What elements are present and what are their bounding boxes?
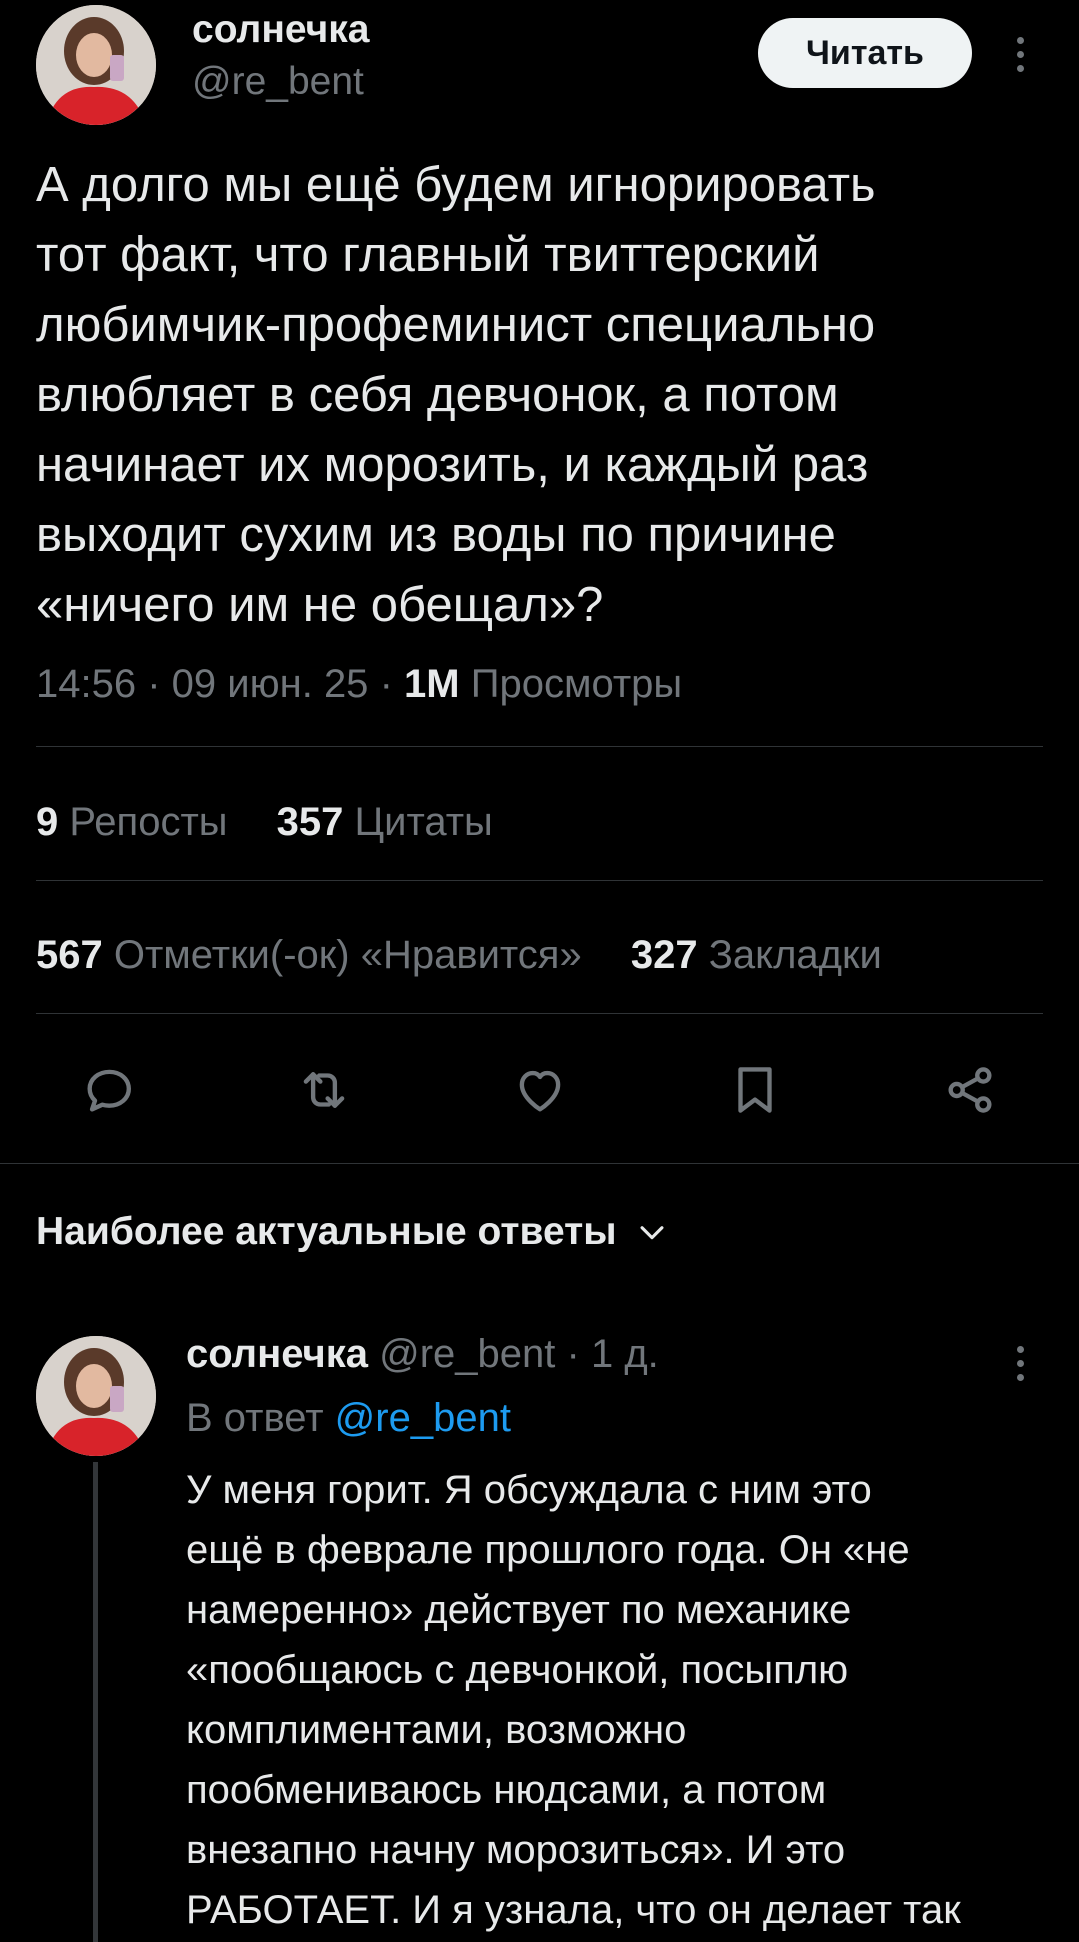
bookmarks-stat[interactable]: 327 Закладки bbox=[631, 933, 882, 977]
thread-line bbox=[93, 1462, 98, 1942]
reply-to-mention[interactable]: @re_bent bbox=[335, 1396, 511, 1440]
tweet-meta: 14:56 · 09 июн. 25 · 1М Просмотры bbox=[36, 662, 682, 707]
reply-author-avatar[interactable] bbox=[36, 1336, 156, 1456]
reply-author-handle[interactable]: @re_bent bbox=[379, 1332, 555, 1376]
reply-icon[interactable] bbox=[69, 1050, 149, 1130]
meta-separator: · bbox=[379, 662, 404, 706]
chevron-down-icon bbox=[640, 1226, 664, 1240]
quotes-count: 357 bbox=[276, 800, 344, 844]
author-handle[interactable]: @re_bent bbox=[192, 60, 364, 104]
bookmark-icon[interactable] bbox=[715, 1050, 795, 1130]
meta-separator: · bbox=[566, 1332, 591, 1376]
divider bbox=[36, 880, 1043, 881]
more-options-icon[interactable] bbox=[1000, 26, 1040, 82]
reposts-label: Репосты bbox=[69, 800, 228, 844]
reply-to-label: В ответ bbox=[186, 1396, 324, 1440]
tweet-date[interactable]: 09 июн. 25 bbox=[172, 662, 369, 706]
tweet-text: А долго мы ещё будем игнорировать тот фа… bbox=[36, 158, 876, 632]
avatar-photo bbox=[36, 5, 156, 125]
bookmarks-label: Закладки bbox=[708, 933, 882, 977]
likes-count: 567 bbox=[36, 933, 103, 977]
reply-text: У меня горит. Я обсуждала с ним это ещё … bbox=[186, 1468, 961, 1932]
replies-sort-dropdown[interactable]: Наиболее актуальные ответы bbox=[36, 1210, 669, 1254]
bookmarks-count: 327 bbox=[630, 933, 698, 977]
replies-sort-label: Наиболее актуальные ответы bbox=[36, 1210, 617, 1253]
reply-header: солнечка @re_bent · 1 д. bbox=[186, 1332, 659, 1377]
tweet-time[interactable]: 14:56 bbox=[36, 662, 136, 706]
action-bar bbox=[0, 1050, 1079, 1130]
share-icon[interactable] bbox=[930, 1050, 1010, 1130]
reposts-count: 9 bbox=[36, 800, 59, 844]
author-avatar[interactable] bbox=[36, 5, 156, 125]
stats-row-likes: 567 Отметки(-ок) «Нравится» 327 Закладки bbox=[36, 933, 920, 978]
reposts-stat[interactable]: 9 Репосты bbox=[36, 800, 239, 844]
quotes-label: Цитаты bbox=[354, 800, 493, 844]
reply-time[interactable]: 1 д. bbox=[591, 1332, 659, 1376]
reply-to-line: В ответ @re_bent bbox=[186, 1396, 511, 1441]
section-divider bbox=[0, 1163, 1079, 1164]
like-icon[interactable] bbox=[500, 1050, 580, 1130]
likes-stat[interactable]: 567 Отметки(-ок) «Нравится» bbox=[36, 933, 593, 977]
reply-author-name[interactable]: солнечка bbox=[186, 1332, 368, 1376]
follow-button[interactable]: Читать bbox=[758, 18, 972, 88]
avatar-photo bbox=[36, 1336, 156, 1456]
author-display-name[interactable]: солнечка bbox=[192, 8, 369, 52]
tweet-header: солнечка @re_bent Читать bbox=[0, 0, 1079, 140]
views-label: Просмотры bbox=[470, 662, 683, 706]
retweet-icon[interactable] bbox=[284, 1050, 364, 1130]
reply-more-options-icon[interactable] bbox=[1000, 1335, 1040, 1391]
meta-separator: · bbox=[147, 662, 172, 706]
views-count: 1М bbox=[404, 662, 460, 706]
likes-label: Отметки(-ок) «Нравится» bbox=[113, 933, 582, 977]
quotes-stat[interactable]: 357 Цитаты bbox=[277, 800, 493, 844]
divider bbox=[36, 1013, 1043, 1014]
stats-row-reposts: 9 Репосты 357 Цитаты bbox=[36, 800, 531, 845]
divider bbox=[36, 746, 1043, 747]
